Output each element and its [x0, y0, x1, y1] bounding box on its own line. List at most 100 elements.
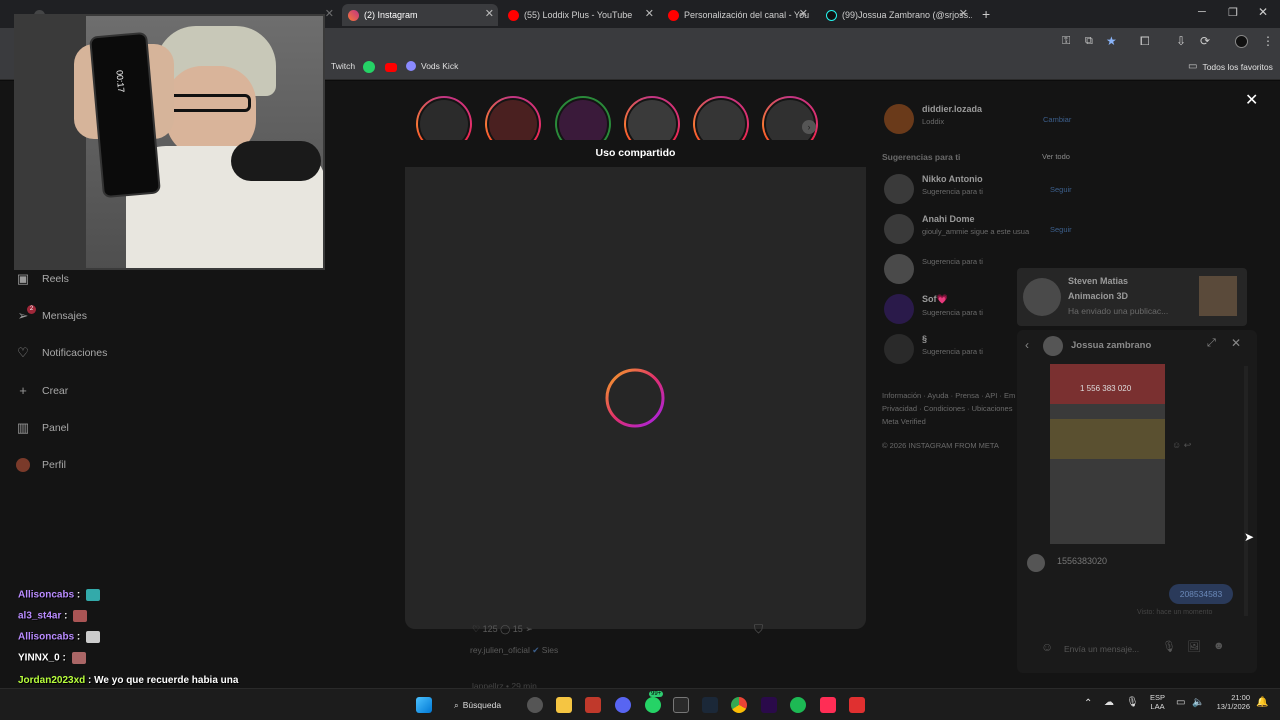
star-icon[interactable]: ★ — [1106, 34, 1117, 48]
follow-button[interactable]: Seguir — [1050, 185, 1072, 194]
new-tab-icon[interactable]: + — [982, 6, 990, 22]
close-icon[interactable]: ✕ — [1231, 336, 1241, 350]
account-username[interactable]: diddier.lozada — [922, 104, 982, 114]
switch-account-link[interactable]: Cambiar — [1043, 115, 1071, 124]
post-username[interactable]: rey.julien_oficial — [470, 645, 530, 655]
sidebar-item-profile[interactable]: Perfil — [16, 458, 66, 472]
footer-links[interactable]: Información · Ayuda · Prensa · API · Em — [882, 391, 1015, 400]
bookmark-twitch[interactable]: Twitch — [331, 61, 355, 71]
seen-status: Visto: hace un momento — [1137, 609, 1213, 616]
network-icon[interactable]: ▭ — [1176, 697, 1185, 708]
windows-start-icon[interactable] — [416, 697, 432, 713]
bookmark-all-favorites[interactable]: ▭ Todos los favoritos — [1188, 61, 1273, 72]
whatsapp-icon[interactable] — [645, 697, 661, 713]
language-indicator[interactable]: ESP LAA — [1150, 693, 1165, 711]
discord-icon[interactable] — [615, 697, 631, 713]
message-notification[interactable]: Steven Matias Animacion 3D Ha enviado un… — [1017, 268, 1247, 326]
youtube-icon[interactable] — [385, 63, 397, 72]
minimize-icon[interactable]: ─ — [1198, 6, 1206, 18]
suggestion-sub: Sugerencia para ti — [922, 187, 983, 196]
react-icon[interactable]: ☺ ↩ — [1172, 440, 1191, 451]
sync-icon[interactable]: ⟳ — [1200, 34, 1210, 48]
bookmark-label: Twitch — [331, 61, 356, 71]
footer-links[interactable]: Meta Verified — [882, 417, 926, 426]
tab-label: (2) Instagram — [364, 10, 418, 20]
epic-games-icon[interactable] — [673, 697, 689, 713]
scrollbar[interactable] — [1244, 366, 1248, 616]
close-icon[interactable]: ✕ — [645, 7, 654, 20]
cloud-icon[interactable]: ☁ — [1104, 697, 1114, 708]
suggestion-name[interactable]: § — [922, 334, 983, 344]
install-icon[interactable]: ⧉ — [1085, 35, 1093, 48]
image-icon[interactable]: 🖼 — [1187, 640, 1201, 653]
suggestion-item: Anahi Dome giouly_ammie sigue a este usua — [884, 214, 1029, 244]
chat-contact-name[interactable]: Jossua zambrano — [1071, 340, 1151, 351]
taskbar-search[interactable]: ⌕ Búsqueda — [448, 695, 520, 715]
extensions-icon[interactable]: ⧠ — [1140, 34, 1150, 49]
see-all-link[interactable]: Ver todo — [1042, 152, 1070, 161]
menu-icon[interactable]: ⋮ — [1262, 34, 1274, 48]
avatar[interactable] — [884, 174, 914, 204]
youtube-icon — [668, 9, 679, 21]
shared-image[interactable]: 1 556 383 020 — [1050, 364, 1165, 544]
bookmark-icon[interactable]: ⛉ — [754, 622, 763, 637]
file-explorer-icon[interactable] — [556, 697, 572, 713]
sidebar-item-notifications[interactable]: ♡ Notificaciones — [16, 346, 107, 360]
notification-text: Ha enviado una publicac... — [1068, 306, 1169, 316]
suggestion-name[interactable]: Anahi Dome — [922, 214, 1029, 224]
clock[interactable]: 21:00 13/1/2026 — [1212, 693, 1250, 711]
avatar[interactable] — [884, 104, 914, 134]
chevron-up-icon[interactable]: ⌃ — [1084, 698, 1092, 709]
message-input[interactable]: Envía un mensaje... — [1064, 644, 1139, 654]
webcam-overlay: 00:17 — [14, 14, 325, 270]
follow-button[interactable]: Seguir — [1050, 225, 1072, 234]
sidebar-item-dashboard[interactable]: ▥ Panel — [16, 421, 69, 435]
suggestion-name[interactable]: Nikko Antonio — [922, 174, 983, 184]
sticker-icon[interactable]: ☻ — [1213, 640, 1225, 652]
premiere-icon[interactable] — [761, 697, 777, 713]
suggestion-name[interactable]: Sof💗 — [922, 294, 983, 305]
app-icon[interactable] — [849, 697, 865, 713]
close-icon[interactable]: ✕ — [799, 7, 808, 20]
footer-links[interactable]: Privacidad · Condiciones · Ubicaciones — [882, 404, 1012, 413]
tab-youtube[interactable]: (55) Loddix Plus - YouTube ✕ — [502, 4, 658, 26]
avatar[interactable] — [884, 294, 914, 324]
bookmark-vods-kick[interactable]: Vods Kick — [406, 61, 458, 71]
tab-instagram[interactable]: (2) Instagram ✕ — [342, 4, 498, 26]
key-icon[interactable]: ⚿ — [1062, 35, 1070, 48]
emoji-icon[interactable]: ☺ — [1041, 640, 1053, 654]
profile-avatar[interactable] — [1235, 35, 1248, 48]
avatar[interactable] — [884, 334, 914, 364]
notification-bell-icon[interactable]: 🔔 — [1256, 697, 1268, 708]
chrome-icon[interactable] — [731, 697, 747, 713]
obs-icon[interactable] — [527, 697, 543, 713]
sent-message: 208534583 — [1169, 584, 1233, 604]
avatar[interactable] — [884, 254, 914, 284]
sidebar-item-reels[interactable]: ▣ Reels — [16, 272, 69, 286]
tab-tiktok[interactable]: (99)Jossua Zambrano (@srjoss... ✕ — [820, 4, 972, 26]
steam-icon[interactable] — [702, 697, 718, 713]
microphone-icon[interactable]: 🎙 — [1162, 640, 1176, 653]
comments-count: 15 — [512, 624, 523, 634]
whatsapp-icon[interactable] — [363, 61, 375, 73]
spotify-icon[interactable] — [790, 697, 806, 713]
downloads-icon[interactable]: ⇩ — [1176, 34, 1186, 48]
avatar[interactable] — [884, 214, 914, 244]
restore-icon[interactable]: ❐ — [1228, 6, 1238, 19]
microphone-icon[interactable]: 🎙 — [1126, 697, 1139, 708]
close-icon[interactable]: ✕ — [325, 7, 334, 20]
tab-youtube-studio[interactable]: Personalización del canal - You ✕ — [662, 4, 812, 26]
chevron-right-icon[interactable]: › — [802, 120, 816, 134]
close-window-icon[interactable]: ✕ — [1258, 5, 1268, 19]
app-icon[interactable] — [585, 697, 601, 713]
close-icon[interactable]: ✕ — [1245, 90, 1258, 110]
sidebar-item-create[interactable]: + Crear — [16, 384, 68, 398]
volume-icon[interactable]: 🔈 — [1192, 697, 1204, 708]
post-author: rey.julien_oficial ✔ Sies — [470, 645, 559, 655]
back-icon[interactable]: ‹ — [1025, 338, 1029, 352]
expand-icon[interactable]: ⤢ — [1207, 337, 1216, 350]
avatar[interactable] — [1043, 336, 1063, 356]
close-icon[interactable]: ✕ — [959, 7, 968, 20]
tiktok-studio-icon[interactable] — [820, 697, 836, 713]
close-icon[interactable]: ✕ — [485, 7, 494, 20]
